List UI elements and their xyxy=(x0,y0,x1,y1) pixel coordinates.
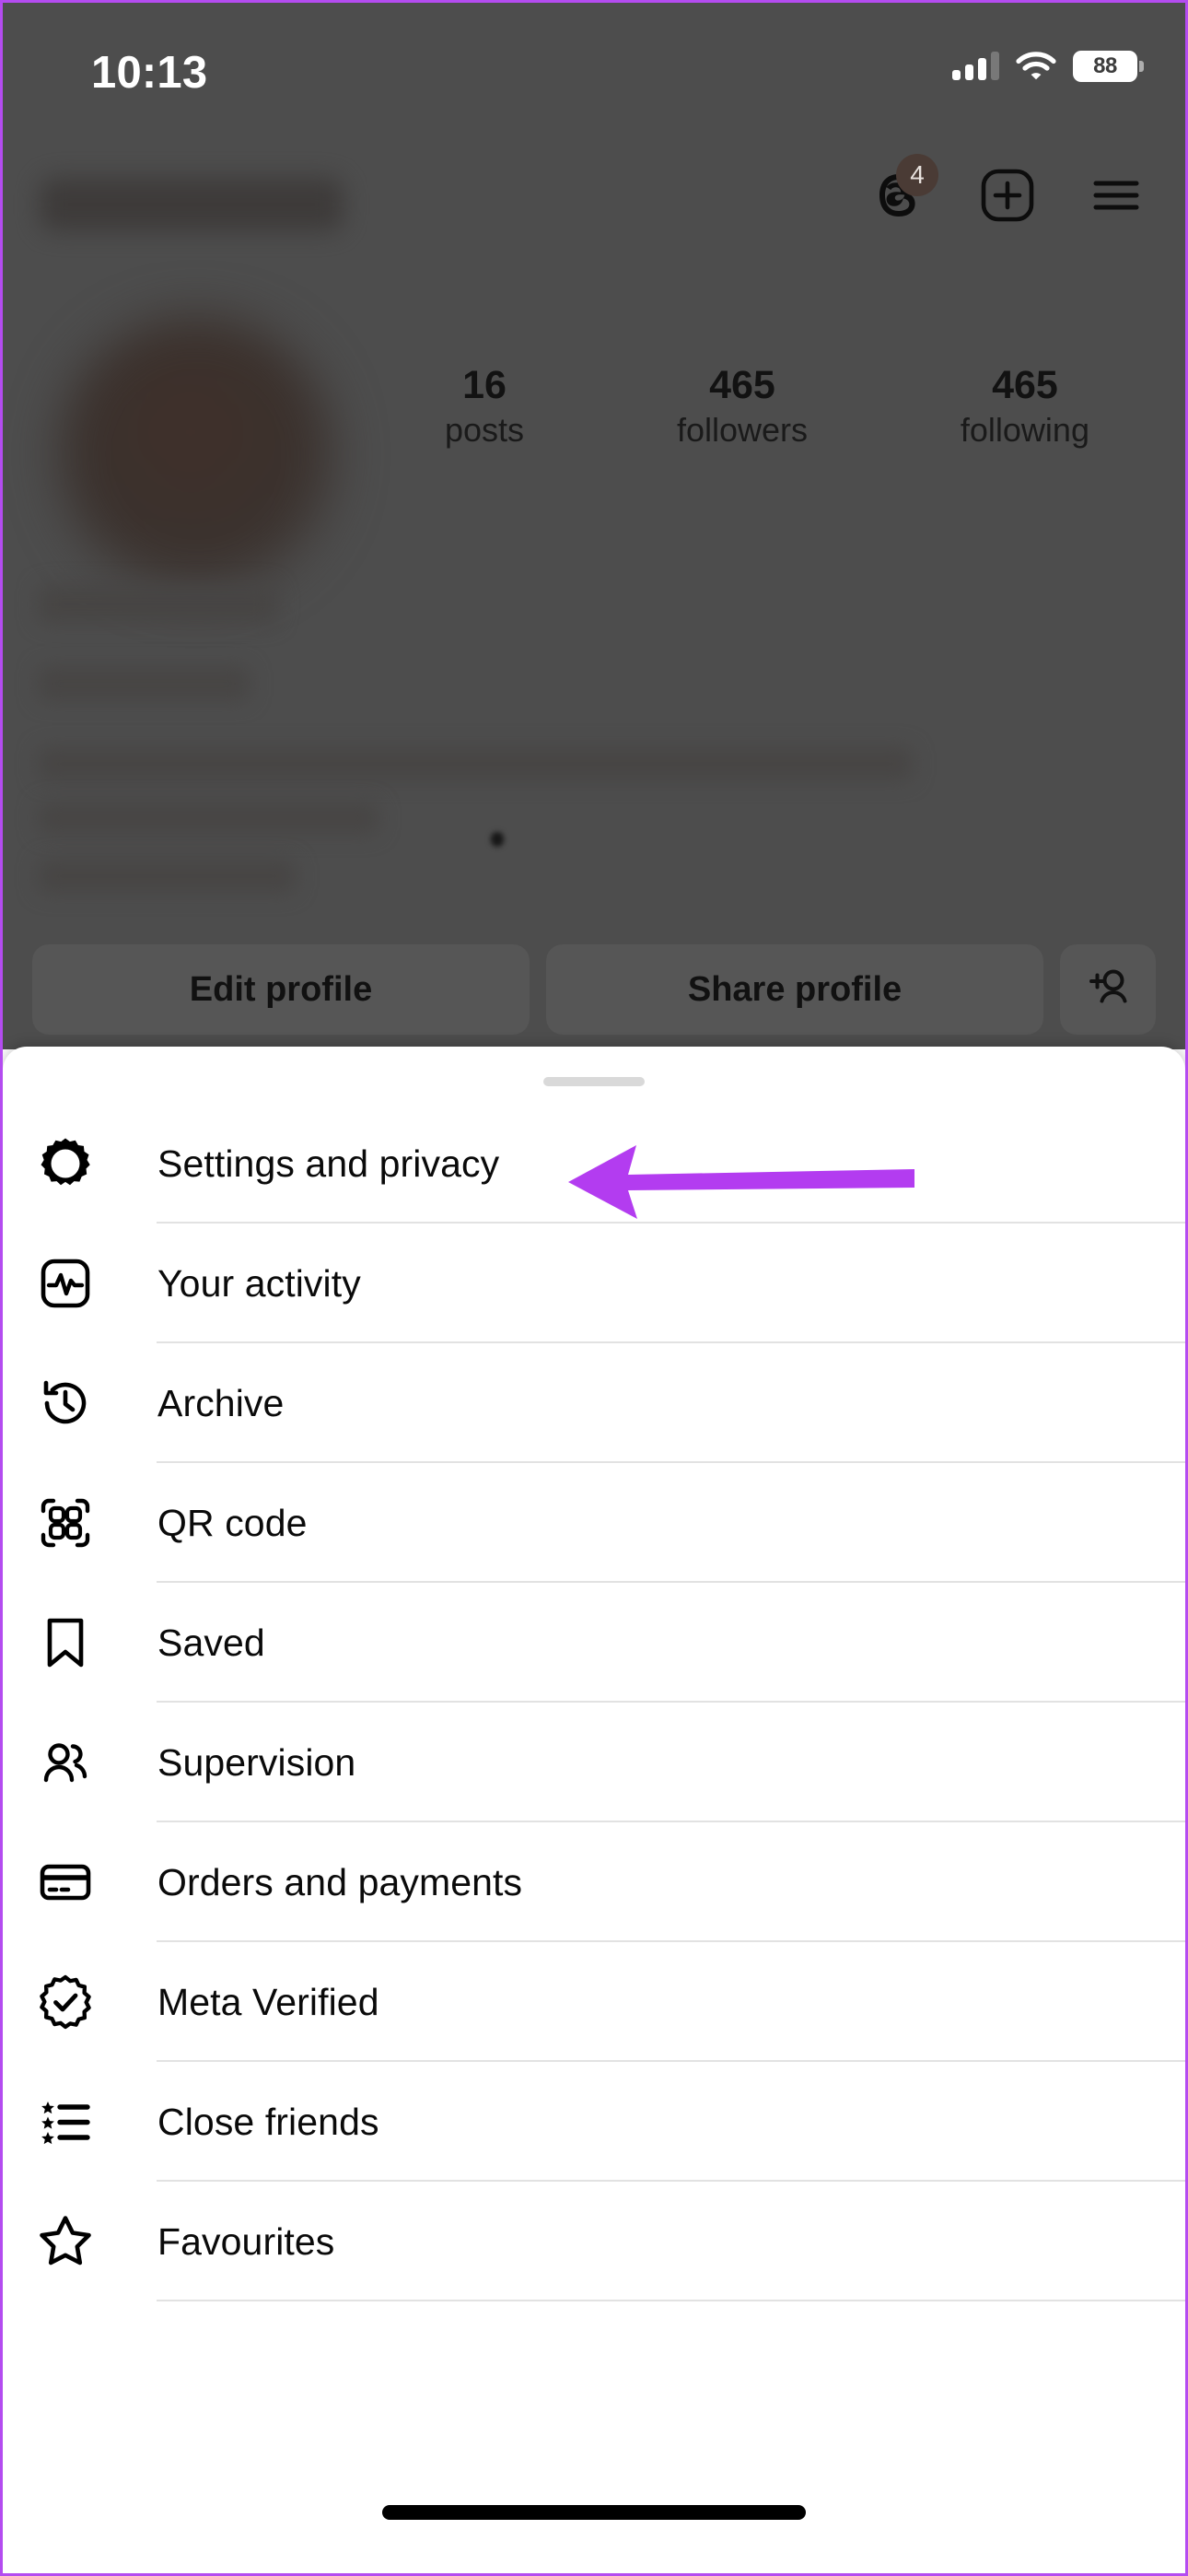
profile-bio-line-redacted xyxy=(38,802,379,834)
stat-value: 465 xyxy=(709,363,775,407)
add-person-icon xyxy=(1089,969,1127,1003)
activity-chart-icon xyxy=(34,1252,97,1315)
status-bar: 10:13 88 xyxy=(3,3,1185,113)
menu-item-label: Close friends xyxy=(157,2100,379,2143)
menu-item-settings-and-privacy[interactable]: Settings and privacy xyxy=(3,1104,1185,1224)
stat-label: following xyxy=(960,410,1089,449)
add-person-button[interactable] xyxy=(1060,944,1156,1035)
menu-item-label: Meta Verified xyxy=(157,1980,379,2023)
menu-item-label: Archive xyxy=(157,1381,285,1424)
cellular-signal-icon xyxy=(952,52,999,80)
profile-avatar-redacted[interactable] xyxy=(58,316,334,592)
menu-item-close-friends[interactable]: Close friends xyxy=(3,2062,1185,2182)
instagram-profile-backdrop: 10:13 88 4 16 posts 465 followers 465 fo… xyxy=(3,3,1185,1049)
battery-icon: 88 xyxy=(1073,51,1144,82)
menu-item-your-activity[interactable]: Your activity xyxy=(3,1224,1185,1343)
credit-card-icon xyxy=(34,1851,97,1914)
profile-top-navigation: 4 xyxy=(3,154,1185,270)
share-profile-button[interactable]: Share profile xyxy=(546,944,1043,1035)
profile-link-redacted xyxy=(38,860,296,893)
menu-item-supervision[interactable]: Supervision xyxy=(3,1703,1185,1822)
profile-action-buttons: Edit profile Share profile xyxy=(32,944,1156,1035)
edit-profile-button[interactable]: Edit profile xyxy=(32,944,530,1035)
menu-item-label: Your activity xyxy=(157,1261,361,1305)
threads-icon[interactable]: 4 xyxy=(870,154,938,224)
stat-label: followers xyxy=(676,410,808,449)
menu-item-orders-and-payments[interactable]: Orders and payments xyxy=(3,1822,1185,1942)
menu-item-qr-code[interactable]: QR code xyxy=(3,1463,1185,1583)
sheet-grabber-handle[interactable] xyxy=(543,1077,645,1086)
hamburger-menu-icon[interactable] xyxy=(1088,167,1145,224)
bookmark-icon xyxy=(34,1611,97,1674)
star-icon xyxy=(34,2210,97,2273)
gear-icon xyxy=(34,1132,97,1195)
verified-badge-icon xyxy=(34,1971,97,2033)
people-icon xyxy=(34,1731,97,1794)
star-list-icon xyxy=(34,2090,97,2153)
status-bar-indicators: 88 xyxy=(952,47,1144,86)
menu-item-favourites[interactable]: Favourites xyxy=(3,2182,1185,2301)
menu-item-label: Supervision xyxy=(157,1740,356,1784)
home-indicator xyxy=(382,2505,806,2520)
menu-item-label: QR code xyxy=(157,1501,308,1544)
sheet-menu-list: Settings and privacy Your activity Archi… xyxy=(3,1104,1185,2301)
menu-item-meta-verified[interactable]: Meta Verified xyxy=(3,1942,1185,2062)
clock-rewind-icon xyxy=(34,1372,97,1434)
profile-stats: 16 posts 465 followers 465 following xyxy=(445,362,1089,451)
topnav-icon-group: 4 xyxy=(870,154,1145,224)
phone-screen-frame: 10:13 88 4 16 posts 465 followers 465 fo… xyxy=(0,0,1188,2576)
qr-code-icon xyxy=(34,1492,97,1554)
stat-value: 465 xyxy=(992,363,1058,407)
profile-bio-line-redacted xyxy=(38,747,913,780)
stat-following[interactable]: 465 following xyxy=(961,362,1089,451)
stat-label: posts xyxy=(445,410,525,449)
menu-item-label: Settings and privacy xyxy=(157,1142,500,1185)
profile-username-redacted xyxy=(40,178,344,231)
stat-followers[interactable]: 465 followers xyxy=(677,362,808,451)
menu-item-saved[interactable]: Saved xyxy=(3,1583,1185,1703)
battery-level-label: 88 xyxy=(1093,53,1117,78)
threads-notification-badge: 4 xyxy=(896,154,938,196)
menu-item-label: Favourites xyxy=(157,2219,335,2263)
plus-square-icon[interactable] xyxy=(979,167,1036,224)
profile-options-bottom-sheet: Settings and privacy Your activity Archi… xyxy=(3,1047,1185,2573)
stat-value: 16 xyxy=(462,363,507,407)
menu-item-label: Saved xyxy=(157,1621,265,1664)
menu-item-label: Orders and payments xyxy=(157,1860,523,1903)
menu-item-archive[interactable]: Archive xyxy=(3,1343,1185,1463)
wifi-icon xyxy=(1016,52,1056,80)
stat-posts[interactable]: 16 posts xyxy=(445,362,524,451)
profile-category-redacted xyxy=(38,666,250,701)
profile-display-name-redacted xyxy=(38,585,277,624)
status-bar-time: 10:13 xyxy=(91,48,208,98)
profile-bio-glyph xyxy=(491,832,504,847)
